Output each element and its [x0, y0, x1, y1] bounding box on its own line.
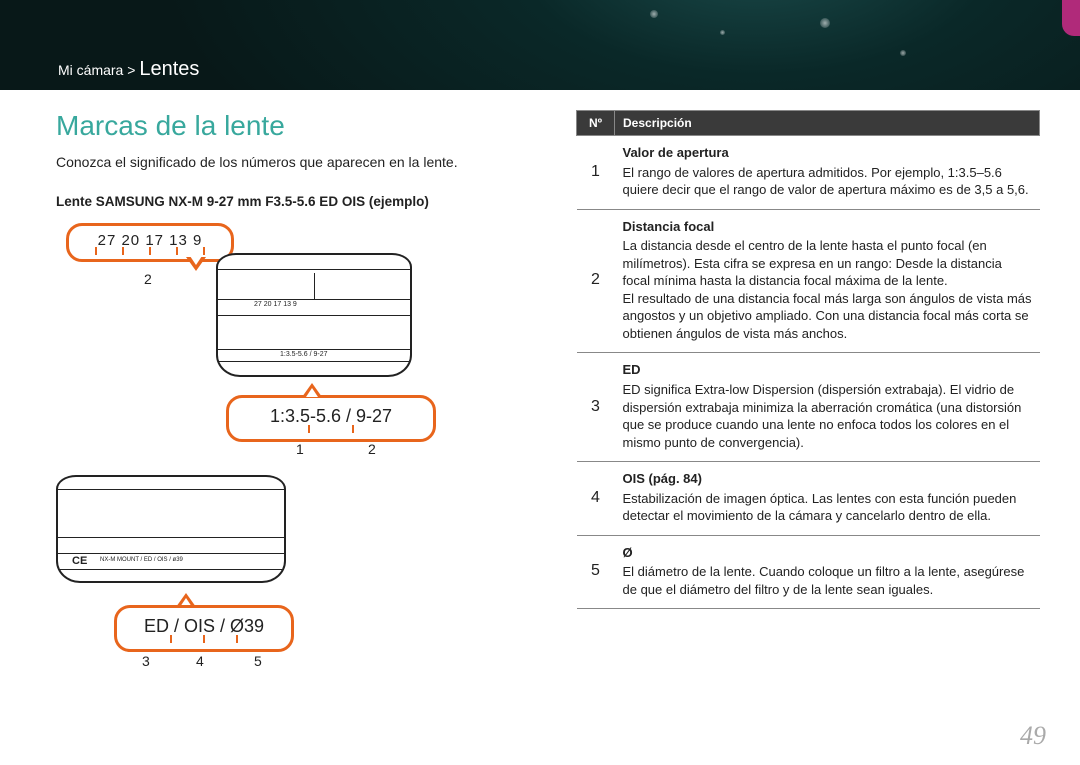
- lens-bottom-view: CE NX-M MOUNT / ED / OIS / ø39: [56, 475, 286, 583]
- row-term: OIS (pág. 84): [623, 470, 1032, 488]
- breadcrumb-sep: >: [127, 62, 135, 78]
- example-label: Lente SAMSUNG NX-M 9-27 mm F3.5-5.6 ED O…: [56, 194, 536, 209]
- page-title: Marcas de la lente: [56, 110, 536, 142]
- row-number: 4: [577, 462, 615, 536]
- table-row: 2 Distancia focal La distancia desde el c…: [577, 209, 1040, 353]
- table-row: 4 OIS (pág. 84) Estabilización de imagen …: [577, 462, 1040, 536]
- row-number: 3: [577, 353, 615, 462]
- row-number: 5: [577, 535, 615, 609]
- callout-features-text: ED / OIS / Ø39: [133, 616, 275, 637]
- ce-mark-icon: CE: [72, 555, 87, 567]
- callout-pointer-icon: [186, 257, 206, 271]
- page-number: 49: [1020, 721, 1046, 751]
- breadcrumb-parent: Mi cámara: [58, 62, 123, 78]
- row-term: ED: [623, 361, 1032, 379]
- row-text: El diámetro de la lente. Cuando coloque …: [623, 564, 1025, 597]
- callout-aperture: 1:3.5-5.6 / 9-27: [226, 395, 436, 442]
- lens-spec-line: 1:3.5-5.6 / 9-27: [280, 351, 327, 358]
- row-number: 1: [577, 136, 615, 210]
- table-row: 5 Ø El diámetro de la lente. Cuando coloq…: [577, 535, 1040, 609]
- lens-diagram: 27 20 17 13 9 2 27 20 17 13 9 1:3.5-5.6 …: [56, 223, 536, 703]
- row-term: Valor de apertura: [623, 144, 1032, 162]
- breadcrumb: Mi cámara > Lentes: [58, 58, 199, 81]
- table-row: 3 ED ED significa Extra-low Dispersion (d…: [577, 353, 1040, 462]
- lens-mount-line: NX-M MOUNT / ED / OIS / ø39: [100, 557, 183, 563]
- table-head-number: Nº: [577, 111, 615, 136]
- callout-features: ED / OIS / Ø39: [114, 605, 294, 652]
- callout-pointer-icon: [302, 383, 322, 397]
- table-head-description: Descripción: [615, 111, 1040, 136]
- row-number: 2: [577, 209, 615, 353]
- row-text: La distancia desde el centro de la lente…: [623, 238, 1032, 341]
- lens-top-view: 27 20 17 13 9 1:3.5-5.6 / 9-27: [216, 253, 412, 377]
- row-text: El rango de valores de apertura admitido…: [623, 165, 1029, 198]
- row-term: Distancia focal: [623, 218, 1032, 236]
- intro-text: Conozca el significado de los números qu…: [56, 154, 536, 170]
- row-text: ED significa Extra-low Dispersion (dispe…: [623, 382, 1022, 450]
- marker-4: 4: [196, 653, 204, 669]
- description-table: Nº Descripción 1 Valor de apertura El ran…: [576, 110, 1040, 609]
- row-term: Ø: [623, 544, 1032, 562]
- marker-5: 5: [254, 653, 262, 669]
- lens-ring-numbers: 27 20 17 13 9: [254, 301, 297, 308]
- callout-focal-ring: 27 20 17 13 9: [66, 223, 234, 262]
- marker-2-top: 2: [144, 271, 152, 287]
- breadcrumb-section: Lentes: [139, 58, 199, 80]
- callout-aperture-text: 1:3.5-5.6 / 9-27: [245, 406, 417, 427]
- marker-2-bottom: 2: [368, 441, 376, 457]
- marker-3: 3: [142, 653, 150, 669]
- table-row: 1 Valor de apertura El rango de valores d…: [577, 136, 1040, 210]
- marker-1: 1: [296, 441, 304, 457]
- row-text: Estabilización de imagen óptica. Las len…: [623, 491, 1017, 524]
